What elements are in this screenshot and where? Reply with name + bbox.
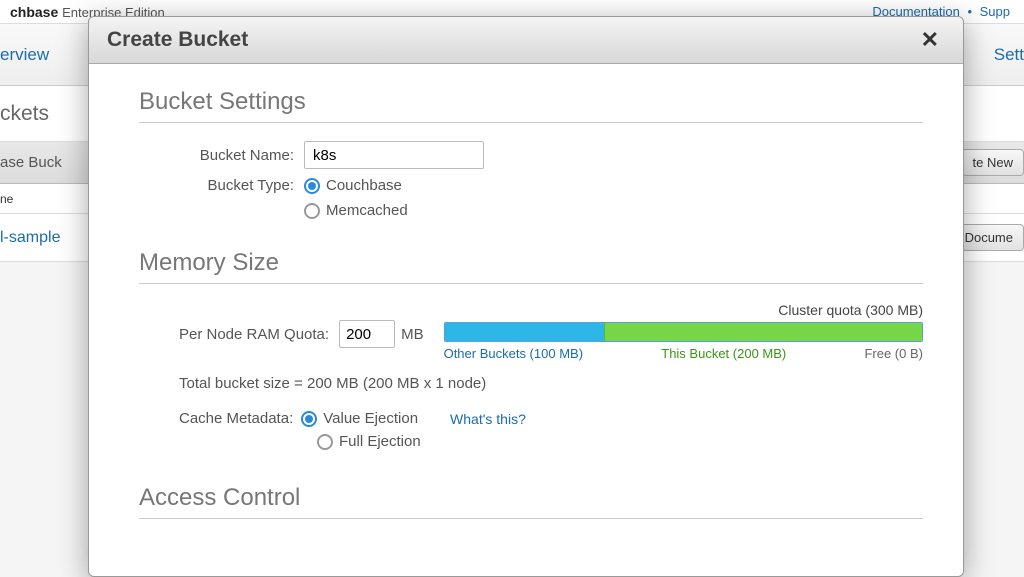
legend-free: Free (0 B) bbox=[864, 346, 923, 361]
ram-quota-left: Per Node RAM Quota: MB bbox=[139, 302, 444, 348]
documents-button[interactable]: Docume bbox=[954, 224, 1024, 251]
radio-icon bbox=[317, 434, 333, 450]
legend-other-buckets: Other Buckets (100 MB) bbox=[444, 346, 583, 361]
sample-name[interactable]: l-sample bbox=[0, 229, 60, 247]
legend-this-bucket: This Bucket (200 MB) bbox=[661, 346, 786, 361]
radio-value-ejection-label: Value Ejection bbox=[323, 410, 418, 427]
quota-legend: Other Buckets (100 MB) This Bucket (200 … bbox=[444, 346, 923, 361]
create-bucket-dialog: Create Bucket ✕ Bucket Settings Bucket N… bbox=[88, 16, 964, 577]
radio-memcached[interactable]: Memcached bbox=[304, 202, 408, 219]
section-memory-size: Memory Size bbox=[139, 249, 923, 277]
radio-icon bbox=[304, 178, 320, 194]
support-link[interactable]: Supp bbox=[980, 4, 1010, 19]
whats-this-link[interactable]: What's this? bbox=[450, 411, 526, 427]
radio-full-ejection[interactable]: Full Ejection bbox=[317, 433, 421, 450]
quota-bar-area: Cluster quota (300 MB) Other Buckets (10… bbox=[444, 302, 923, 361]
ram-quota-label: Per Node RAM Quota: bbox=[179, 326, 329, 343]
subtab-buckets[interactable]: ckets bbox=[0, 102, 49, 126]
dialog-header: Create Bucket ✕ bbox=[89, 17, 963, 64]
bucket-type-row-2: Memcached bbox=[139, 202, 923, 219]
dialog-title: Create Bucket bbox=[107, 28, 248, 52]
brand-name: chbase bbox=[10, 4, 58, 20]
radio-icon bbox=[304, 203, 320, 219]
bar-other-buckets bbox=[445, 323, 604, 341]
divider bbox=[139, 122, 923, 123]
bucket-name-label: Bucket Name: bbox=[139, 147, 304, 164]
radio-couchbase[interactable]: Couchbase bbox=[304, 177, 402, 194]
create-new-button[interactable]: te New bbox=[962, 149, 1024, 176]
radio-memcached-label: Memcached bbox=[326, 202, 408, 219]
bucket-type-label: Bucket Type: bbox=[139, 177, 304, 194]
cache-metadata-row: Cache Metadata: Value Ejection What's th… bbox=[179, 410, 923, 427]
header-fragment: ne bbox=[0, 192, 13, 206]
bucket-name-row: Bucket Name: bbox=[139, 141, 923, 169]
total-bucket-size: Total bucket size = 200 MB (200 MB x 1 n… bbox=[179, 375, 923, 392]
divider bbox=[139, 283, 923, 284]
breadcrumb-fragment: ase Buck bbox=[0, 154, 62, 171]
cluster-quota-text: Cluster quota (300 MB) bbox=[444, 302, 923, 318]
dialog-body: Bucket Settings Bucket Name: Bucket Type… bbox=[89, 64, 963, 576]
divider bbox=[139, 518, 923, 519]
bucket-name-input[interactable] bbox=[304, 141, 484, 169]
section-access-control: Access Control bbox=[139, 484, 923, 512]
ram-quota-row: Per Node RAM Quota: MB Cluster quota (30… bbox=[139, 302, 923, 361]
cache-metadata-row-2: Full Ejection bbox=[317, 433, 923, 450]
cache-metadata-label: Cache Metadata: bbox=[179, 410, 293, 427]
ram-quota-input[interactable] bbox=[339, 320, 395, 348]
section-bucket-settings: Bucket Settings bbox=[139, 88, 923, 116]
radio-value-ejection[interactable]: Value Ejection bbox=[301, 410, 418, 427]
close-icon[interactable]: ✕ bbox=[915, 27, 945, 53]
quota-bar bbox=[444, 322, 923, 342]
bar-this-bucket bbox=[604, 323, 922, 341]
ram-quota-unit: MB bbox=[401, 326, 424, 343]
tab-settings[interactable]: Sett bbox=[994, 45, 1024, 65]
bucket-type-row: Bucket Type: Couchbase bbox=[139, 177, 923, 194]
radio-full-ejection-label: Full Ejection bbox=[339, 433, 421, 450]
radio-icon bbox=[301, 411, 317, 427]
radio-couchbase-label: Couchbase bbox=[326, 177, 402, 194]
tab-overview[interactable]: erview bbox=[0, 45, 49, 65]
